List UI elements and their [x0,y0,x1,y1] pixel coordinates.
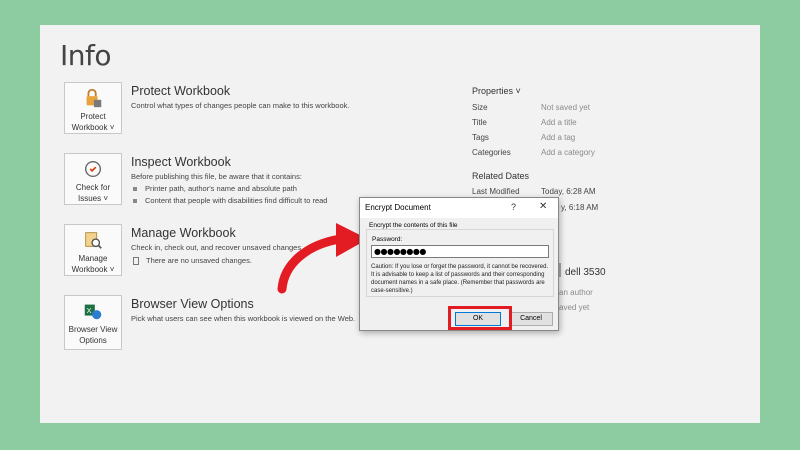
protect-workbook-description: Control what types of changes people can… [131,101,350,110]
document-icon [133,257,139,266]
prop-key-size: Size [472,103,488,112]
password-input[interactable]: ●●●●●●●● [371,245,549,258]
lock-icon [86,88,102,108]
protect-workbook-title: Protect Workbook [131,84,231,98]
check-for-issues-button[interactable]: Check for Issues ˅ [64,153,122,205]
dialog-title-bar: Encrypt Document ? ✕ [360,198,558,218]
prop-value-title[interactable]: Add a title [541,118,577,127]
help-icon[interactable]: ? [511,202,516,212]
prop-key-title: Title [472,118,487,127]
prop-value-categories[interactable]: Add a category [541,148,595,157]
prop-value-tags[interactable]: Add a tag [541,133,575,142]
author-avatar [559,263,561,277]
ok-button-highlight [448,306,512,330]
inspect-workbook-description: Before publishing this file, be aware th… [131,172,302,181]
browser-button-label-2: Options [79,336,107,345]
properties-heading[interactable]: Properties ˅ [472,86,521,96]
browser-view-description: Pick what users can see when this workbo… [131,314,356,323]
inspect-bullet-1: Printer path, author's name and absolute… [133,184,297,193]
author-name-partial: dell 3530 [565,267,606,278]
manage-workbook-icon [85,232,102,249]
caution-text: Caution: If you lose or forget the passw… [371,264,549,294]
cancel-button[interactable]: Cancel [509,312,553,326]
protect-button-label-2: Workbook ˅ [71,123,115,132]
browser-button-label-1: Browser View [68,325,118,334]
unsaved-changes-text: There are no unsaved changes. [146,256,252,265]
password-label: Password: [372,236,403,243]
prop-value-last-modified: Today, 6:28 AM [541,187,596,196]
prop-value-created-partial: y, 6:18 AM [561,203,599,212]
prop-key-categories: Categories [472,148,511,157]
manage-workbook-title: Manage Workbook [131,226,236,240]
encrypt-group-label: Encrypt the contents of this file [368,222,459,229]
prop-key-tags: Tags [472,133,489,142]
browser-view-title: Browser View Options [131,297,254,311]
unsaved-changes-note: There are no unsaved changes. [133,256,252,266]
inspect-workbook-title: Inspect Workbook [131,155,231,169]
add-author-partial[interactable]: an author [559,288,593,297]
browser-view-options-button[interactable]: X Browser View Options [64,295,122,350]
page-title: Info [60,39,112,72]
prop-value-size: Not saved yet [541,103,590,112]
inspect-bullet-2: Content that people with disabilities fi… [133,196,327,205]
excel-globe-icon: X [84,304,102,320]
manage-button-label-1: Manage [78,254,108,263]
check-button-label-2: Issues ˅ [77,194,108,203]
inspect-document-icon [84,160,102,178]
close-icon[interactable]: ✕ [539,201,547,212]
svg-text:X: X [87,306,92,315]
dialog-title: Encrypt Document [365,203,431,212]
manage-workbook-button[interactable]: Manage Workbook ˅ [64,224,122,276]
protect-button-label-1: Protect [80,112,106,121]
not-saved-partial: aved yet [559,303,590,312]
related-dates-heading: Related Dates [472,171,530,181]
manage-button-label-2: Workbook ˅ [71,265,115,274]
check-button-label-1: Check for [75,183,111,192]
prop-key-last-modified: Last Modified [472,187,520,196]
red-arrow-annotation [277,223,368,294]
protect-workbook-button[interactable]: Protect Workbook ˅ [64,82,122,134]
